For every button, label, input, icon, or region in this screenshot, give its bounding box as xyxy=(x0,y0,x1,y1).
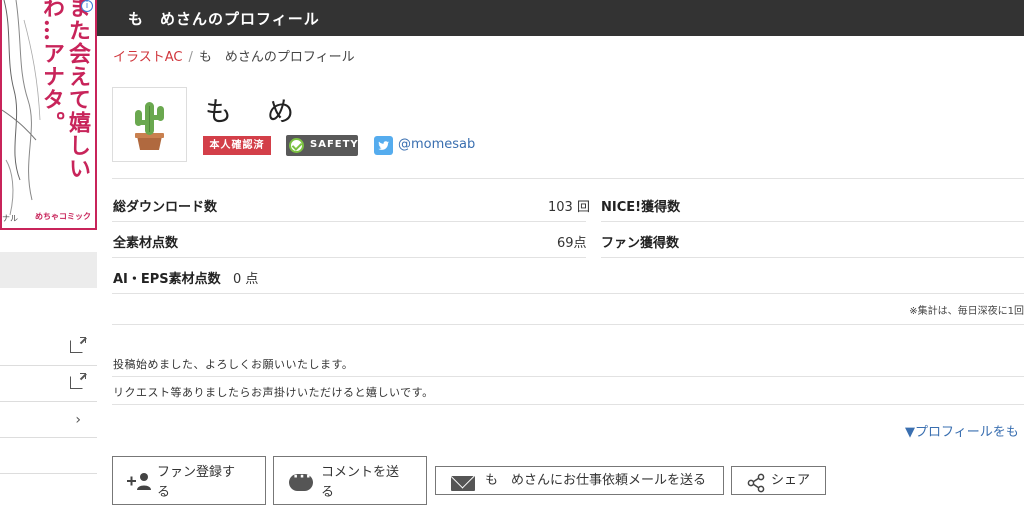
sidebar-row-4[interactable] xyxy=(0,438,97,474)
ad-banner[interactable]: また会えて嬉しいわ…アナタ。 i ナル めちゃコミック xyxy=(0,0,97,230)
share-button[interactable]: シェア xyxy=(731,466,826,495)
verified-badge: 本人確認済 xyxy=(203,136,271,155)
check-icon xyxy=(289,138,304,153)
cactus-avatar-icon xyxy=(135,102,164,150)
sidebar-row-3[interactable]: › xyxy=(0,402,97,438)
fan-register-label-1: ファン登録す xyxy=(157,465,236,480)
page-title: も めさんのプロフィール xyxy=(128,10,320,28)
intro-divider xyxy=(112,404,1024,405)
job-request-mail-button[interactable]: も めさんにお仕事依頼メールを送る xyxy=(435,466,724,495)
intro-top-divider xyxy=(112,324,1024,325)
materials-label: 全素材点数 xyxy=(113,236,179,251)
ad-info-icon[interactable]: i xyxy=(81,0,93,12)
breadcrumb-home-link[interactable]: イラストAC xyxy=(113,50,182,65)
fans-label: ファン獲得数 xyxy=(601,236,680,251)
materials-value: 69点 xyxy=(557,236,587,251)
safety-badge: SAFETY xyxy=(286,135,358,156)
comment-icon xyxy=(289,469,313,491)
add-fan-icon xyxy=(127,473,151,490)
ai-eps-value: 0 点 xyxy=(233,272,259,287)
ad-illustration xyxy=(2,0,41,216)
stats-divider xyxy=(601,221,1024,222)
chevron-right-icon: › xyxy=(75,412,81,428)
left-column: また会えて嬉しいわ…アナタ。 i ナル めちゃコミック › xyxy=(0,0,97,512)
send-comment-button[interactable]: コメントを送 る xyxy=(273,456,427,505)
job-request-mail-label: も めさんにお仕事依頼メールを送る xyxy=(485,473,707,488)
stats-divider xyxy=(601,257,1024,258)
share-label: シェア xyxy=(771,473,811,488)
sidebar-row-1[interactable] xyxy=(0,330,97,366)
user-name: も め xyxy=(205,97,298,128)
ad-logo: めちゃコミック xyxy=(35,212,91,221)
stats-divider xyxy=(112,293,1024,294)
breadcrumb: イラストAC / も めさんのプロフィール xyxy=(113,46,355,65)
downloads-label: 総ダウンロード数 xyxy=(113,200,218,215)
ad-fragment-text: ナル xyxy=(2,214,18,223)
ai-eps-label: AI・EPS素材点数 xyxy=(113,272,221,287)
downloads-value: 103 回 xyxy=(548,200,590,215)
stats-note: ※集計は、毎日深夜に1回 xyxy=(909,306,1024,317)
avatar xyxy=(112,87,187,162)
stats-top-divider xyxy=(112,178,1024,179)
fan-register-button[interactable]: ファン登録す る xyxy=(112,456,266,505)
send-comment-label-2: る xyxy=(321,485,335,500)
profile-more-link[interactable]: ▼プロフィールをも xyxy=(905,421,1019,440)
safety-badge-label: SAFETY xyxy=(310,139,359,150)
sidebar-row-2[interactable] xyxy=(0,366,97,402)
stats-divider xyxy=(112,257,586,258)
twitter-handle-link[interactable]: @momesab xyxy=(398,137,475,152)
breadcrumb-current: も めさんのプロフィール xyxy=(198,50,355,65)
mail-icon xyxy=(451,476,475,491)
external-link-icon xyxy=(70,337,86,353)
stats-divider xyxy=(112,221,586,222)
intro-divider xyxy=(112,376,1024,377)
ad-headline: また会えて嬉しいわ…アナタ。 xyxy=(39,0,91,180)
sidebar-section-header xyxy=(0,252,97,288)
external-link-icon xyxy=(70,373,86,389)
twitter-icon[interactable] xyxy=(374,136,393,155)
fan-register-label-2: る xyxy=(157,485,171,500)
breadcrumb-separator: / xyxy=(188,50,193,65)
nice-label: NICE!獲得数 xyxy=(601,200,681,215)
send-comment-label-1: コメントを送 xyxy=(321,465,400,480)
page-header: も めさんのプロフィール xyxy=(97,0,1024,36)
intro-line-1: 投稿始めました、よろしくお願いいたします。 xyxy=(113,358,354,371)
intro-line-2: リクエスト等ありましたらお声掛けいただけると嬉しいです。 xyxy=(113,386,434,399)
share-icon xyxy=(747,473,765,493)
